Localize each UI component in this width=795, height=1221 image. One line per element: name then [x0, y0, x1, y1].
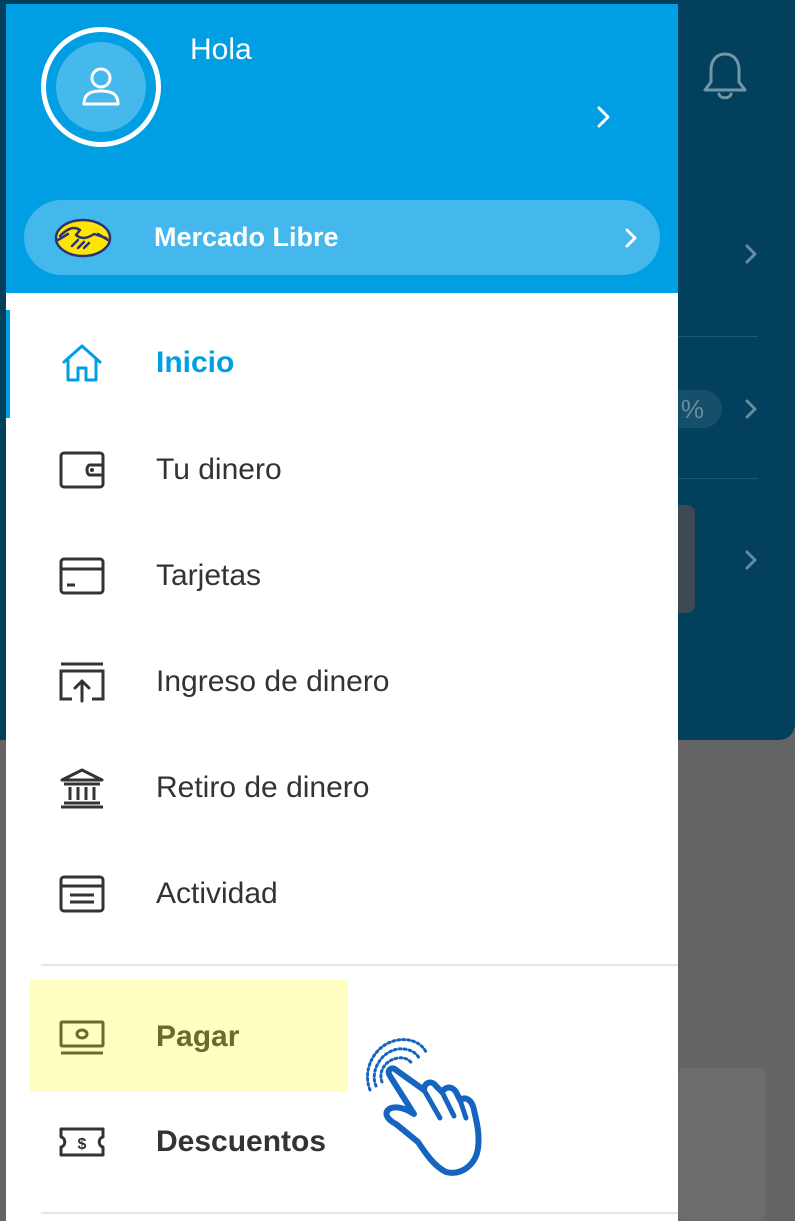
navigation-drawer: Hola Mercado Libre Inicio Tu dinero Tarj… [6, 4, 678, 1221]
home-icon [62, 344, 102, 382]
percent-text: % [680, 394, 704, 424]
user-icon [82, 67, 120, 106]
ticket-icon: $ [59, 1127, 105, 1157]
divider [41, 964, 678, 966]
menu-item-inicio[interactable]: Inicio [6, 313, 678, 413]
bank-icon [60, 768, 104, 809]
cash-icon [59, 1020, 105, 1055]
avatar-placeholder [56, 42, 146, 132]
menu-item-label: Pagar [156, 1020, 240, 1053]
menu-item-label: Actividad [156, 877, 278, 910]
menu-item-tu-dinero[interactable]: Tu dinero [6, 420, 678, 520]
card-icon [59, 557, 105, 595]
menu-item-label: Inicio [156, 346, 235, 379]
chevron-right-icon[interactable] [740, 549, 762, 571]
menu-item-label: Tu dinero [156, 453, 282, 486]
menu-item-descuentos[interactable]: $ Descuentos [6, 1092, 678, 1192]
menu-item-label: Retiro de dinero [156, 771, 370, 804]
mercado-libre-handshake-logo [54, 218, 112, 258]
bell-icon[interactable] [696, 48, 754, 106]
divider [678, 336, 758, 337]
chevron-right-icon[interactable] [740, 398, 762, 420]
menu-item-retiro-de-dinero[interactable]: Retiro de dinero [6, 738, 678, 838]
divider [41, 1212, 678, 1214]
greeting-text: Hola [190, 33, 252, 66]
chevron-right-icon[interactable] [591, 104, 615, 130]
mercado-libre-label: Mercado Libre [154, 222, 339, 252]
chevron-right-icon[interactable] [740, 243, 762, 265]
menu-item-label: Ingreso de dinero [156, 665, 390, 698]
menu-item-ingreso-de-dinero[interactable]: Ingreso de dinero [6, 632, 678, 732]
divider [678, 478, 758, 479]
menu-item-label: Tarjetas [156, 559, 262, 592]
mercado-libre-link[interactable]: Mercado Libre [24, 200, 660, 275]
menu-item-actividad[interactable]: Actividad [6, 844, 678, 944]
deposit-icon [59, 662, 105, 703]
menu-item-tarjetas[interactable]: Tarjetas [6, 526, 678, 626]
background-bottom-card [678, 1068, 766, 1221]
svg-text:$: $ [78, 1136, 87, 1153]
tap-gesture-hand-icon [366, 1038, 482, 1176]
avatar[interactable] [41, 27, 161, 147]
menu-item-pagar[interactable]: Pagar [6, 987, 678, 1087]
wallet-icon [59, 451, 105, 489]
chevron-right-icon [625, 228, 637, 248]
menu-item-label: Descuentos [156, 1125, 327, 1158]
activity-icon [59, 875, 105, 913]
drawer-header[interactable]: Hola Mercado Libre [6, 4, 678, 293]
